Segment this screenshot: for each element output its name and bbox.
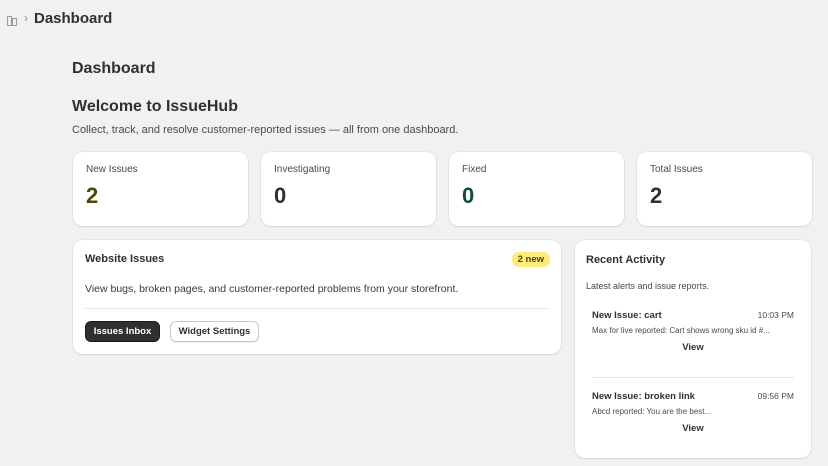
card-title: Website Issues [85, 253, 165, 265]
activity-item-description: Max for live reported: Cart shows wrong … [592, 326, 770, 335]
page-icon[interactable] [7, 13, 17, 26]
card-subtitle: Latest alerts and issue reports. [586, 281, 710, 291]
issues-inbox-button[interactable]: Issues Inbox [85, 321, 160, 342]
divider [592, 377, 794, 378]
widget-settings-button[interactable]: Widget Settings [170, 321, 259, 342]
activity-item-time: 09:56 PM [757, 391, 794, 401]
new-count-badge: 2 new [511, 252, 550, 267]
stat-label: Total Issues [650, 164, 703, 175]
chevron-right-icon: › [24, 11, 28, 25]
view-button[interactable]: View [592, 423, 794, 434]
stat-value: 2 [86, 183, 99, 208]
activity-item-description: Abcd reported: You are the best... [592, 407, 712, 416]
breadcrumb: › Dashboard [0, 0, 828, 36]
stat-value: 0 [274, 183, 287, 208]
divider [85, 308, 549, 309]
website-issues-card: Website Issues 2 new View bugs, broken p… [73, 240, 561, 354]
stat-label: Investigating [274, 164, 331, 175]
stat-label: Fixed [462, 164, 487, 175]
recent-activity-card: Recent Activity Latest alerts and issue … [575, 240, 811, 458]
card-title: Recent Activity [586, 254, 666, 266]
stat-card-new-issues: New Issues 2 [73, 152, 248, 226]
page-title: Dashboard [72, 60, 156, 77]
stat-card-investigating: Investigating 0 [261, 152, 436, 226]
welcome-subtitle: Collect, track, and resolve customer-rep… [72, 124, 459, 136]
stat-value: 2 [650, 183, 663, 208]
stat-label: New Issues [86, 164, 138, 175]
stat-card-fixed: Fixed 0 [449, 152, 624, 226]
activity-item-time: 10:03 PM [757, 310, 794, 320]
activity-item-title: New Issue: broken link [592, 391, 695, 402]
activity-item-title: New Issue: cart [592, 310, 662, 321]
activity-item: New Issue: cart 10:03 PM Max for live re… [592, 310, 794, 353]
welcome-heading: Welcome to IssueHub [72, 98, 238, 115]
card-description: View bugs, broken pages, and customer-re… [85, 283, 459, 295]
stat-value: 0 [462, 183, 475, 208]
activity-item: New Issue: broken link 09:56 PM Abcd rep… [592, 391, 794, 434]
view-button[interactable]: View [592, 342, 794, 353]
breadcrumb-title: Dashboard [34, 9, 113, 27]
stat-card-total-issues: Total Issues 2 [637, 152, 812, 226]
